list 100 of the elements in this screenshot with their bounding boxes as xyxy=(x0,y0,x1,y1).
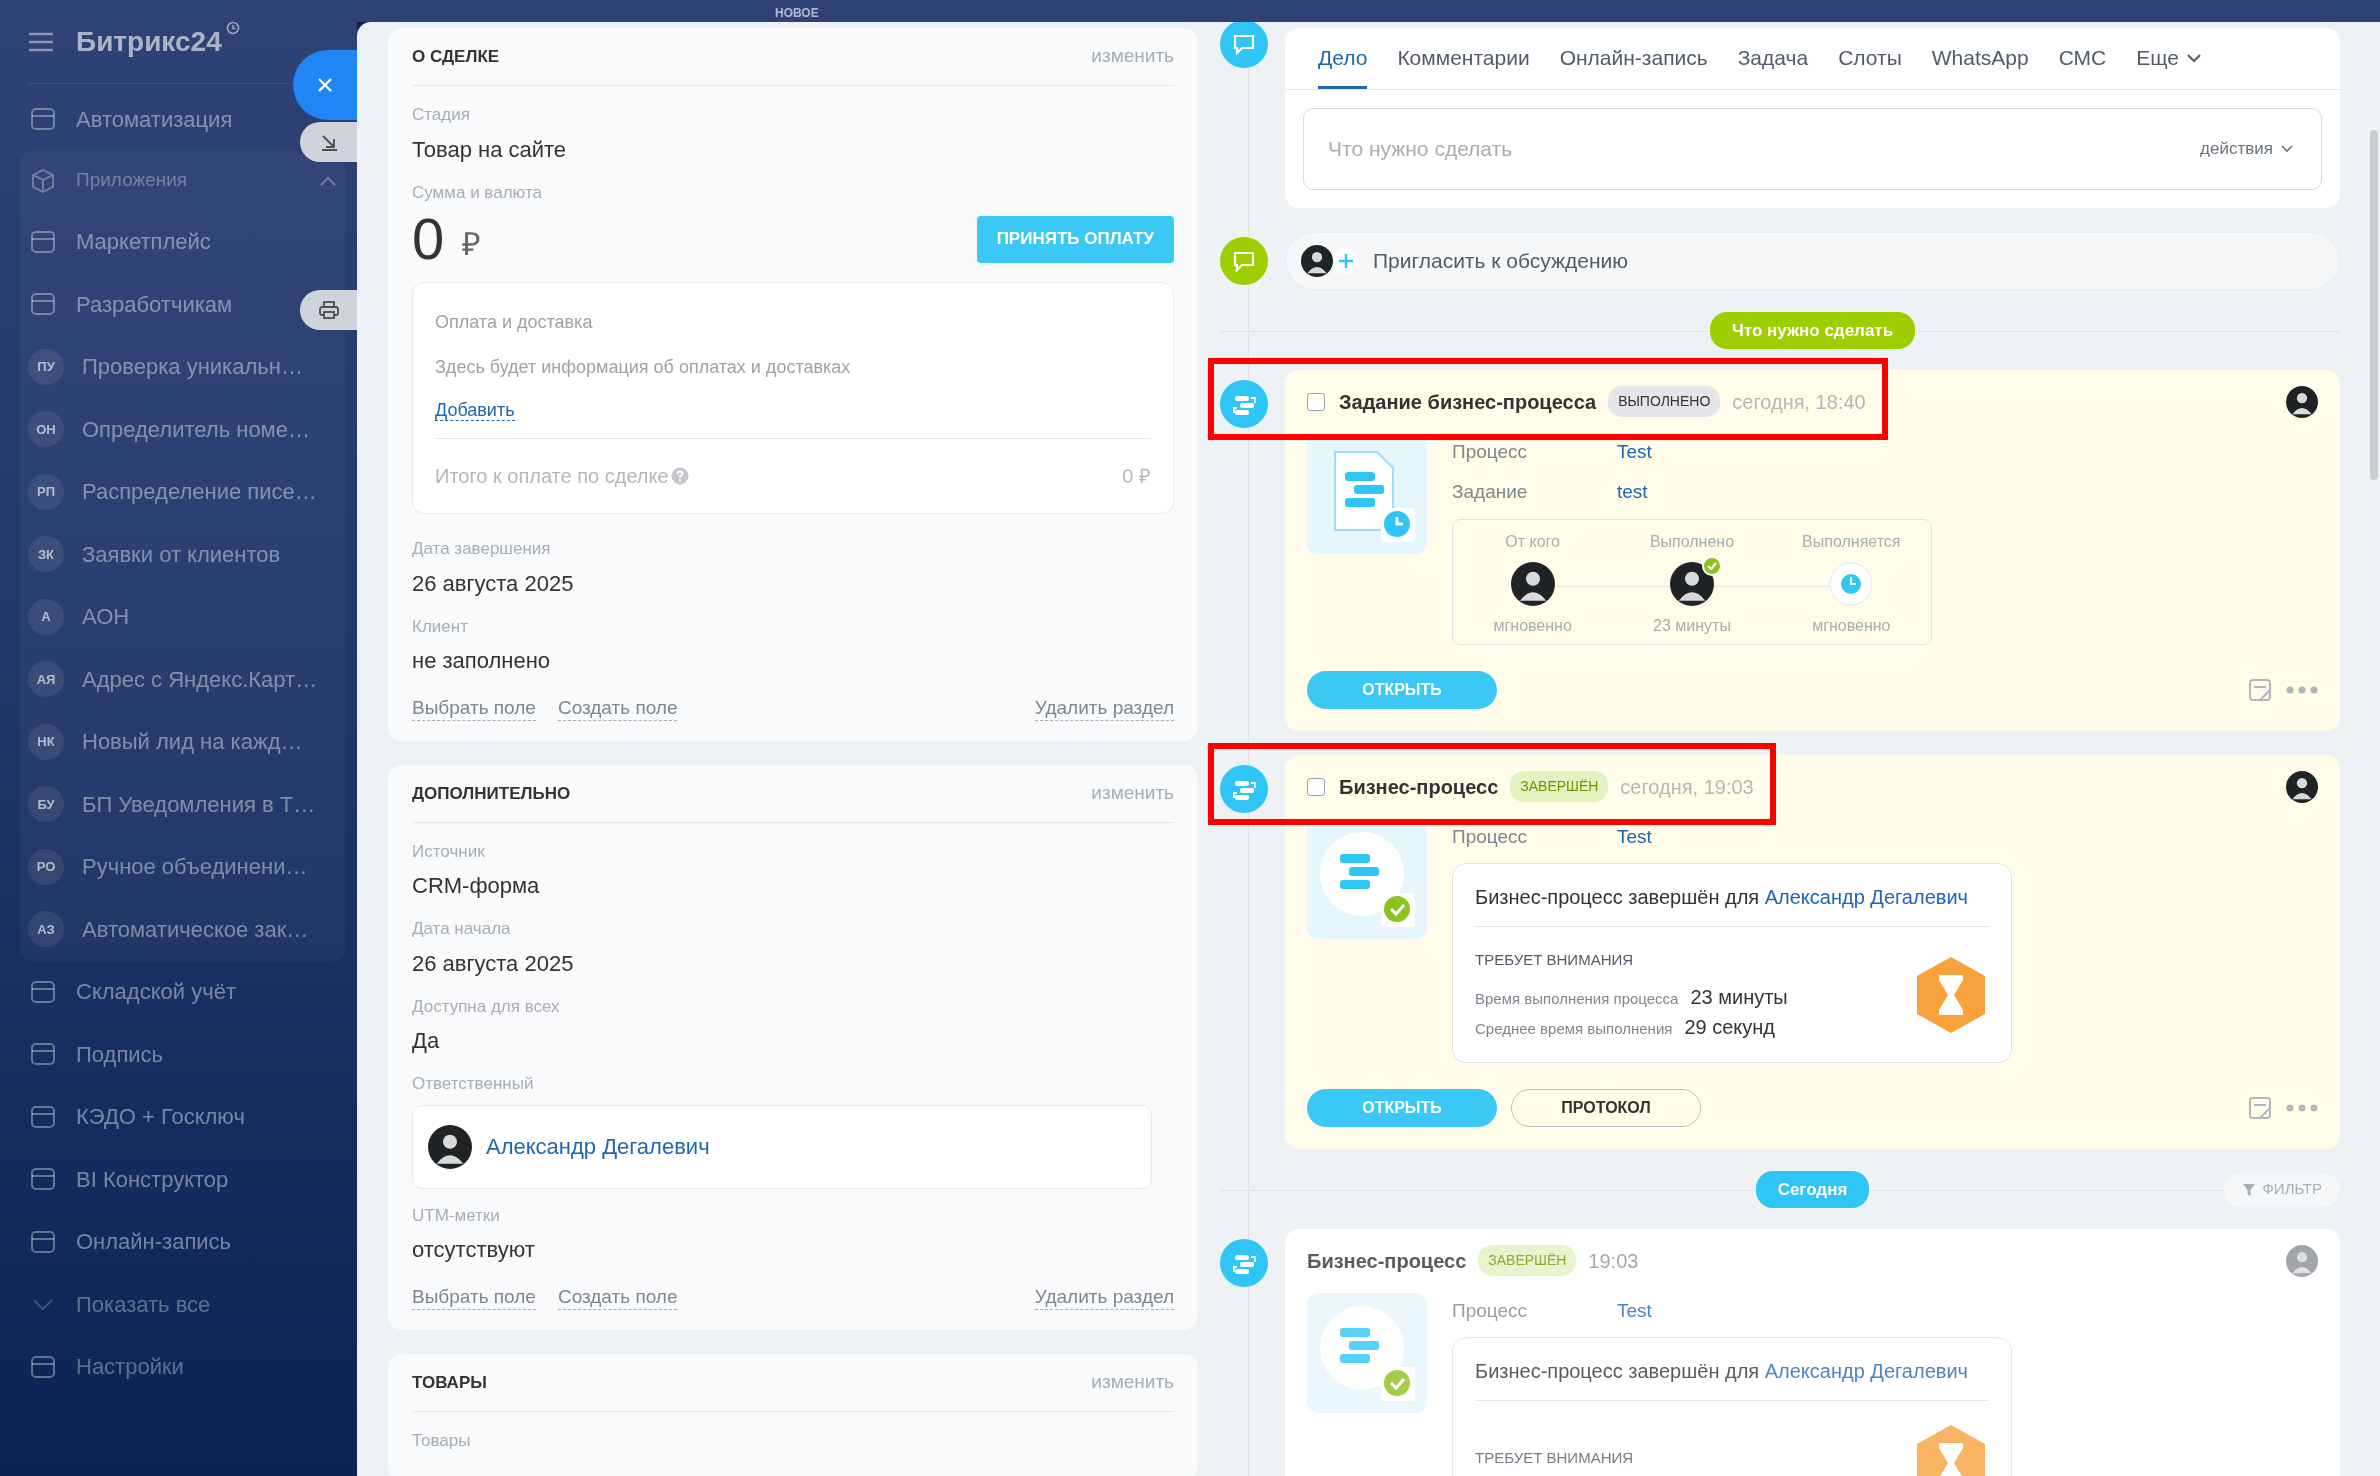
field-label: Процесс xyxy=(1452,1298,1529,1323)
menu-item[interactable]: Автоматизация xyxy=(76,102,233,136)
field-link[interactable]: Test xyxy=(1617,822,1652,851)
todo-input[interactable]: Что нужно сделать действия xyxy=(1303,107,2322,190)
filter-icon xyxy=(2242,1182,2257,1197)
menu-group-title[interactable]: Приложения xyxy=(76,166,301,195)
field-label: UTM-метки xyxy=(412,1204,501,1227)
person-link[interactable]: Александр Дегалевич xyxy=(486,1130,710,1164)
field-action-link[interactable]: Создать поле xyxy=(557,697,678,721)
initials-avatar: РП xyxy=(28,473,64,510)
tab[interactable]: Задача xyxy=(1737,28,1809,89)
tab[interactable]: Слоты xyxy=(1838,28,1902,89)
menu-item[interactable]: Новый лид на кажд… xyxy=(82,725,303,759)
help-icon[interactable] xyxy=(670,467,689,485)
add-link[interactable]: Добавить xyxy=(435,400,515,421)
edit-link[interactable]: изменить xyxy=(1091,779,1174,808)
field-label: Процесс xyxy=(1452,824,1529,849)
menu-item[interactable]: Подпись xyxy=(76,1037,164,1071)
menu-item[interactable]: Определитель номе… xyxy=(82,412,310,446)
note-icon[interactable] xyxy=(2248,677,2272,702)
menu-item[interactable]: Адрес с Яндекс.Карт… xyxy=(82,662,318,696)
menu-item[interactable]: Маркетплейс xyxy=(76,225,211,259)
minimize-button[interactable] xyxy=(300,122,357,162)
menu-item[interactable]: Настройки xyxy=(76,1350,184,1384)
menu-item[interactable]: Ручное объединени… xyxy=(82,850,308,884)
menu-item[interactable]: Разработчикам xyxy=(76,287,233,321)
initials-avatar: БУ xyxy=(28,786,64,823)
tab[interactable]: Дело xyxy=(1318,28,1368,89)
person-link[interactable]: Александр Дегалевич xyxy=(1764,1360,1968,1382)
user-avatar xyxy=(1670,561,1714,606)
summary-text: Бизнес-процесс завершён для Александр Дегалевич xyxy=(1475,1356,1989,1401)
more-icon[interactable] xyxy=(2286,685,2318,694)
menu-item[interactable]: Автоматическое зак… xyxy=(82,912,309,946)
user-avatar xyxy=(2286,385,2318,418)
edit-link[interactable]: изменить xyxy=(1091,1368,1174,1397)
menu-item[interactable]: Заявки от клиентов xyxy=(82,537,281,571)
arrow-down-right-icon xyxy=(319,133,338,151)
filter-button[interactable]: ФИЛЬТР xyxy=(2224,1172,2340,1207)
note-icon[interactable] xyxy=(2248,1095,2272,1120)
currency-sign: ₽ xyxy=(462,225,482,264)
menu-item[interactable]: АОН xyxy=(82,600,130,634)
checkbox[interactable] xyxy=(1307,777,1325,796)
field-link[interactable]: Test xyxy=(1617,1296,1652,1325)
logo-text: Битрикс24 xyxy=(76,24,222,59)
clock-icon xyxy=(225,20,240,35)
user-avatar xyxy=(1301,244,1333,277)
person-link[interactable]: Александр Дегалевич xyxy=(1764,886,1968,908)
menu-item[interactable]: Показать все xyxy=(76,1287,211,1321)
tab[interactable]: Еще xyxy=(2136,28,2201,89)
tab[interactable]: Комментарии xyxy=(1397,28,1530,89)
open-button[interactable]: ОТКРЫТЬ xyxy=(1307,670,1497,709)
user-avatar xyxy=(2286,770,2318,803)
tab[interactable]: WhatsApp xyxy=(1931,28,2029,89)
more-icon[interactable] xyxy=(2286,1103,2318,1112)
chat-icon xyxy=(1232,249,1256,272)
field-action-link[interactable]: Создать поле xyxy=(557,1286,678,1311)
activity-time: сегодня, 18:40 xyxy=(1732,389,1866,415)
checkbox[interactable] xyxy=(1307,392,1325,411)
stat-label: Среднее время выполнения xyxy=(1475,1018,1673,1039)
tab[interactable]: СМС xyxy=(2058,28,2107,89)
open-button[interactable]: ОТКРЫТЬ xyxy=(1307,1088,1497,1127)
field-label: Сумма и валюта xyxy=(412,181,543,204)
initials-avatar: НК xyxy=(28,723,64,760)
step-label: Выполнено xyxy=(1649,531,1735,552)
menu-item[interactable]: Проверка уникальн… xyxy=(82,350,303,384)
initials-avatar: АЯ xyxy=(28,661,64,698)
field-value: CRM-форма xyxy=(412,872,541,901)
scrollbar-thumb[interactable] xyxy=(2370,130,2378,480)
menu-item[interactable]: Распределение писе… xyxy=(82,475,317,509)
menu-item[interactable]: Складской учёт xyxy=(76,975,236,1009)
initials-avatar: РО xyxy=(28,848,64,885)
menu-icon[interactable] xyxy=(28,31,54,52)
total-value: 0 ₽ xyxy=(1122,464,1151,489)
field-value: Да xyxy=(412,1027,441,1056)
field-label: Доступна для всех xyxy=(412,995,561,1018)
field-action-link[interactable]: Выбрать поле xyxy=(412,697,536,721)
print-button[interactable] xyxy=(300,290,357,330)
menu-item[interactable]: BI Конструктор xyxy=(76,1162,229,1196)
invite-bar[interactable]: Пригласить к обсуждению xyxy=(1285,231,2340,290)
field-link[interactable]: Test xyxy=(1617,437,1652,466)
field-link[interactable]: test xyxy=(1617,478,1648,507)
amount-value: 0 xyxy=(412,210,445,268)
field-action-link[interactable]: Выбрать поле xyxy=(412,1286,536,1311)
tab[interactable]: Онлайн-запись xyxy=(1559,28,1708,89)
menu-item[interactable]: КЭДО + Госключ xyxy=(76,1100,245,1134)
step-time: мгновенно xyxy=(1493,615,1572,636)
initials-avatar: ЗК xyxy=(28,536,64,573)
chat-icon xyxy=(1232,33,1256,55)
delete-section-link[interactable]: Удалить раздел xyxy=(1034,697,1174,721)
menu-item[interactable]: Онлайн-запись xyxy=(76,1225,232,1259)
stat-value: 29 секунд xyxy=(1684,1014,1775,1040)
edit-link[interactable]: изменить xyxy=(1091,42,1174,71)
delete-section-link[interactable]: Удалить раздел xyxy=(1034,1286,1174,1311)
summary-text: Бизнес-процесс завершён для Александр Дегалевич xyxy=(1475,882,1989,927)
accept-payment-button[interactable]: ПРИНЯТЬ ОПЛАТУ xyxy=(976,215,1174,263)
menu-item[interactable]: БП Уведомления в Т… xyxy=(82,787,316,821)
total-label: Итого к оплате по сделке xyxy=(435,464,669,489)
actions-dropdown[interactable]: действия xyxy=(2194,134,2299,163)
clock-icon xyxy=(1829,561,1874,606)
user-avatar xyxy=(2286,1244,2318,1277)
